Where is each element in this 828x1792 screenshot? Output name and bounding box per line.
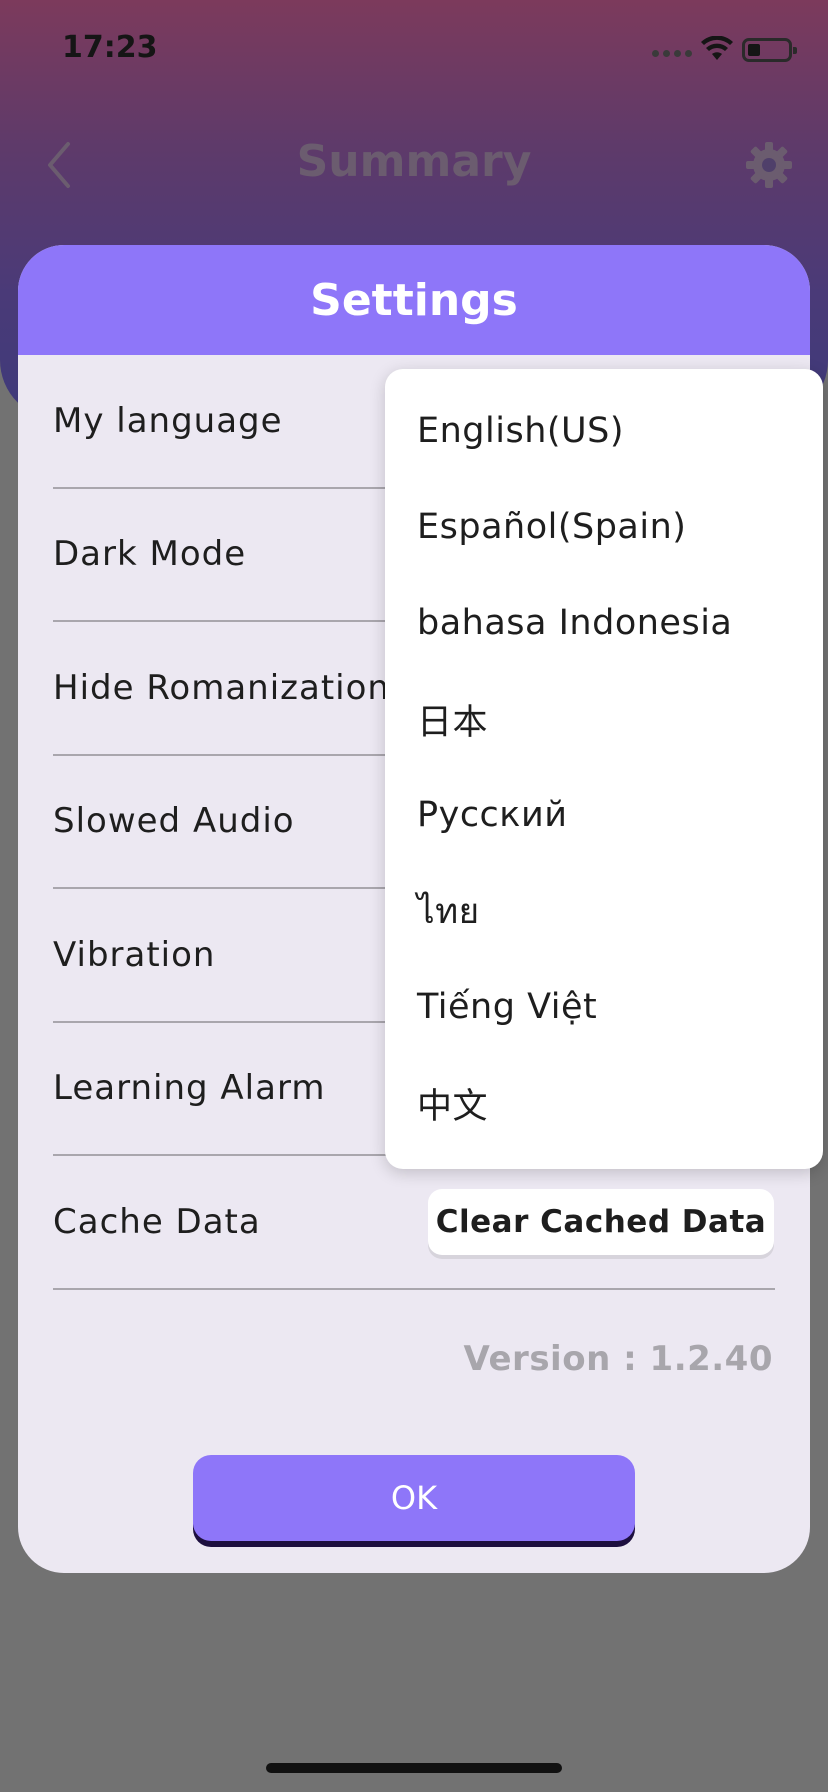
gear-icon[interactable] — [744, 140, 794, 190]
setting-label: Slowed Audio — [53, 801, 295, 842]
setting-label: Vibration — [53, 934, 216, 975]
language-option[interactable]: Español(Spain) — [385, 479, 823, 575]
language-option[interactable]: bahasa Indonesia — [385, 575, 823, 671]
clear-cache-button[interactable]: Clear Cached Data — [428, 1188, 774, 1255]
language-option[interactable]: ไทย — [385, 863, 823, 959]
language-option[interactable]: 中文 — [385, 1055, 823, 1151]
setting-label: Hide Romanization — [53, 667, 390, 708]
modal-title: Settings — [310, 274, 518, 326]
status-time: 17:23 — [62, 30, 158, 65]
language-option[interactable]: Tiếng Việt — [385, 959, 823, 1055]
setting-label: Learning Alarm — [53, 1068, 326, 1109]
language-option[interactable]: 日本 — [385, 671, 823, 767]
setting-label: My language — [53, 400, 283, 441]
home-indicator[interactable] — [266, 1763, 562, 1773]
wifi-icon — [701, 36, 733, 60]
language-option[interactable]: English(US) — [385, 383, 823, 479]
setting-label: Cache Data — [53, 1201, 261, 1242]
version-text: Version : 1.2.40 — [463, 1339, 773, 1379]
setting-label: Dark Mode — [53, 534, 247, 575]
ok-button[interactable]: OK — [193, 1455, 635, 1541]
battery-icon — [742, 38, 797, 62]
signal-icon — [652, 50, 692, 58]
page-title: Summary — [296, 136, 532, 187]
modal-header: Settings — [18, 245, 810, 355]
language-option[interactable]: Русский — [385, 767, 823, 863]
setting-row-cache-data: Cache Data Clear Cached Data — [53, 1156, 775, 1290]
language-dropdown: English(US) Español(Spain) bahasa Indone… — [385, 369, 823, 1169]
